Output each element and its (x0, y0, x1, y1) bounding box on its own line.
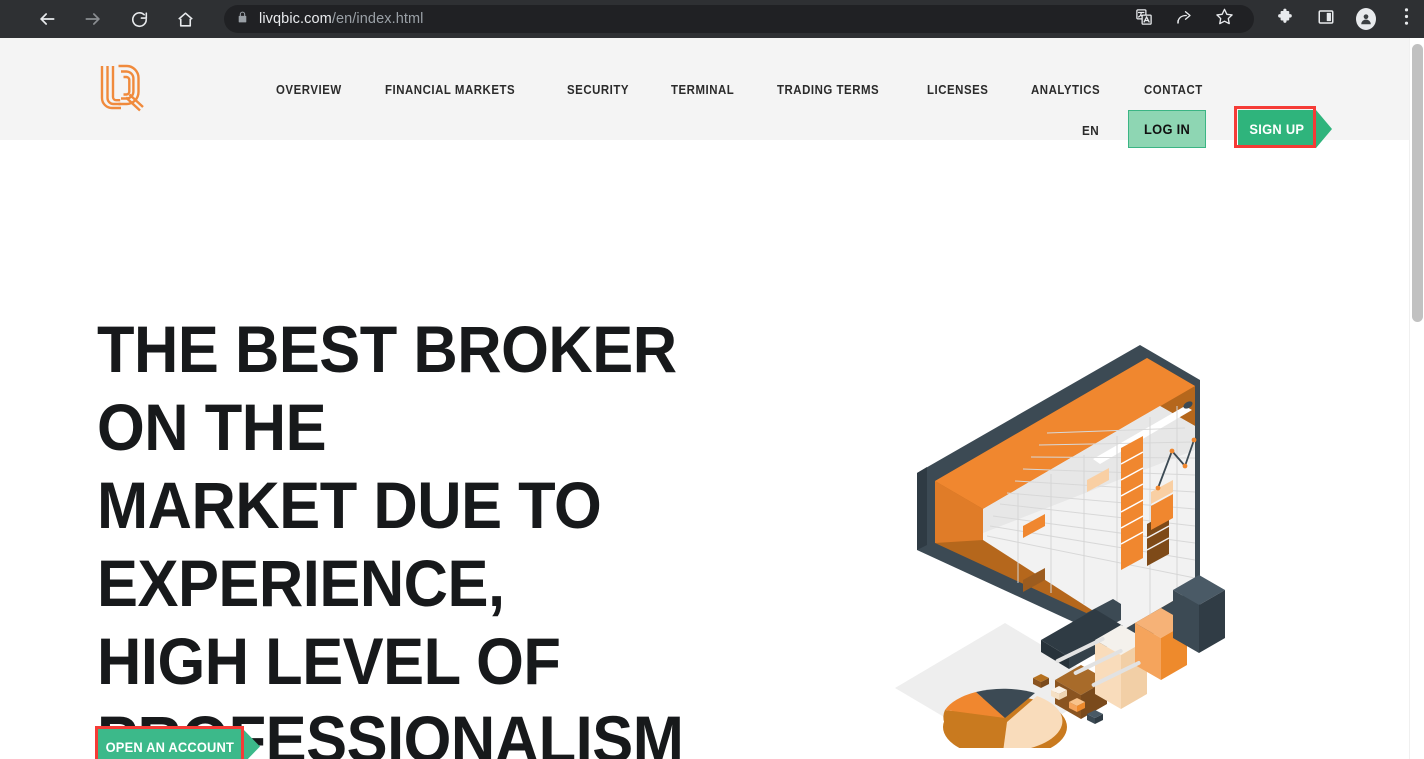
bookmark-button[interactable] (1214, 7, 1234, 31)
open-an-account-label: OPEN AN ACCOUNT (105, 738, 234, 755)
profile-avatar-icon (1356, 8, 1376, 30)
forward-button[interactable] (76, 2, 110, 36)
star-bookmark-icon (1215, 7, 1234, 31)
url-text: livqbic.com/en/index.html (259, 11, 424, 27)
page-scrollbar[interactable] (1409, 38, 1424, 759)
language-selector[interactable]: EN (1082, 123, 1099, 138)
translate-icon (1135, 8, 1153, 31)
scrollbar-thumb[interactable] (1412, 44, 1423, 322)
nav-item-overview[interactable]: OVERVIEW (276, 82, 342, 97)
side-panel-button[interactable] (1316, 9, 1336, 29)
site-header: OVERVIEW FINANCIAL MARKETS SECURITY TERM… (0, 38, 1409, 148)
url-domain: livqbic.com (259, 11, 332, 27)
url-path: /en/index.html (331, 11, 424, 27)
main-navigation: OVERVIEW FINANCIAL MARKETS SECURITY TERM… (276, 82, 1210, 97)
profile-button[interactable] (1356, 8, 1376, 30)
back-button[interactable] (30, 2, 64, 36)
open-an-account-button[interactable]: OPEN AN ACCOUNT (95, 726, 260, 759)
lock-icon (236, 10, 249, 29)
address-bar[interactable]: livqbic.com/en/index.html (224, 5, 1254, 33)
forward-arrow-icon (83, 9, 103, 29)
hero-title-line-1: THE BEST BROKER ON THE (97, 312, 677, 464)
site-logo[interactable] (98, 62, 144, 116)
log-in-button[interactable]: LOG IN (1128, 110, 1206, 148)
reload-icon (130, 10, 149, 29)
share-icon (1175, 8, 1193, 31)
hero-title-line-2: MARKET DUE TO EXPERIENCE, (97, 468, 602, 620)
extensions-button[interactable] (1276, 7, 1296, 31)
hero-title: THE BEST BROKER ON THE MARKET DUE TO EXP… (97, 310, 777, 759)
home-button[interactable] (168, 2, 202, 36)
three-dot-menu-icon (1404, 7, 1409, 31)
sign-up-button[interactable]: SIGN UP (1234, 106, 1332, 148)
nav-item-analytics[interactable]: ANALYTICS (1031, 82, 1100, 97)
hero-illustration (855, 288, 1255, 748)
nav-item-licenses[interactable]: LICENSES (927, 82, 988, 97)
nav-item-terminal[interactable]: TERMINAL (671, 82, 734, 97)
log-in-label: LOG IN (1143, 121, 1191, 137)
hero-title-line-3: HIGH LEVEL OF (97, 624, 561, 698)
nav-item-security[interactable]: SECURITY (567, 82, 629, 97)
nav-item-contact[interactable]: CONTACT (1144, 82, 1203, 97)
browser-menu-button[interactable] (1396, 7, 1416, 31)
side-panel-icon (1317, 8, 1335, 31)
puzzle-extensions-icon (1277, 7, 1296, 31)
browser-chrome: livqbic.com/en/index.html (0, 0, 1424, 38)
back-arrow-icon (37, 9, 57, 29)
nav-item-financial-markets[interactable]: FINANCIAL MARKETS (385, 82, 515, 97)
home-icon (176, 10, 195, 29)
nav-item-trading-terms[interactable]: TRADING TERMS (777, 82, 879, 97)
translate-button[interactable] (1134, 8, 1154, 31)
page-viewport: OVERVIEW FINANCIAL MARKETS SECURITY TERM… (0, 38, 1424, 759)
sign-up-label: SIGN UP (1249, 121, 1305, 137)
reload-button[interactable] (122, 2, 156, 36)
share-button[interactable] (1174, 9, 1194, 29)
